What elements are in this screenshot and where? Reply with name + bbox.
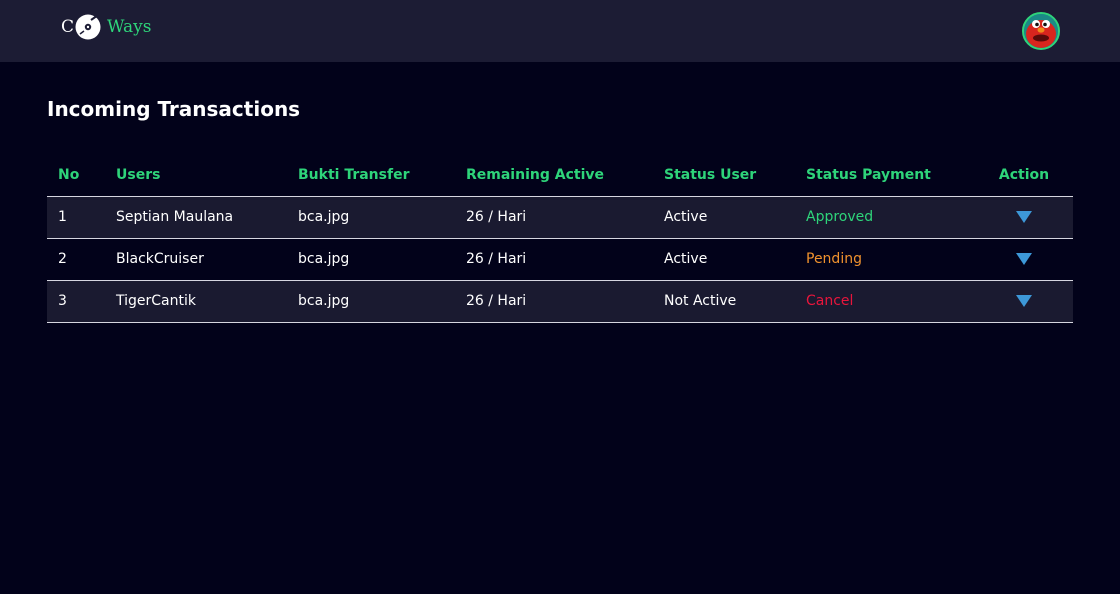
table-row: 2 BlackCruiser bca.jpg 26 / Hari Active …	[47, 237, 1073, 280]
cell-status-payment: Pending	[795, 237, 975, 280]
transactions-table: No Users Bukti Transfer Remaining Active…	[47, 154, 1073, 323]
user-avatar[interactable]	[1022, 12, 1060, 50]
music-disc-icon	[75, 14, 101, 40]
cell-action	[975, 237, 1073, 280]
cell-remaining-active: 26 / Hari	[455, 237, 653, 280]
col-header-no: No	[58, 166, 80, 183]
logo-text-left: C	[61, 17, 75, 37]
col-header-users: Users	[116, 166, 161, 183]
logo[interactable]: C Ways	[61, 12, 151, 42]
cell-status-user: Active	[653, 237, 795, 280]
col-header-status-user: Status User	[664, 166, 757, 183]
cell-remaining-active: 26 / Hari	[455, 279, 653, 323]
col-header-action: Action	[998, 166, 1050, 183]
triangle-down-icon[interactable]	[1016, 211, 1032, 223]
cell-bukti-transfer: bca.jpg	[287, 237, 455, 280]
table-row: 1 Septian Maulana bca.jpg 26 / Hari Acti…	[47, 195, 1073, 238]
cell-remaining-active: 26 / Hari	[455, 195, 653, 238]
cell-action	[975, 279, 1073, 323]
cell-bukti-transfer: bca.jpg	[287, 195, 455, 238]
cell-no: 2	[47, 237, 105, 280]
cell-status-payment: Approved	[795, 195, 975, 238]
top-navbar: C Ways	[0, 0, 1120, 62]
triangle-down-icon[interactable]	[1016, 253, 1032, 265]
table-row: 3 TigerCantik bca.jpg 26 / Hari Not Acti…	[47, 279, 1073, 323]
cell-status-user: Not Active	[653, 279, 795, 323]
cell-user: Septian Maulana	[105, 195, 287, 238]
cell-no: 3	[47, 279, 105, 323]
col-header-remaining-active: Remaining Active	[466, 166, 604, 183]
avatar-image	[1024, 14, 1058, 48]
cell-user: TigerCantik	[105, 279, 287, 323]
cell-action	[975, 195, 1073, 238]
cell-status-user: Active	[653, 195, 795, 238]
cell-no: 1	[47, 195, 105, 238]
cell-user: BlackCruiser	[105, 237, 287, 280]
logo-text-right: Ways	[107, 17, 152, 37]
table-header-row: No Users Bukti Transfer Remaining Active…	[47, 154, 1073, 196]
triangle-down-icon[interactable]	[1016, 295, 1032, 307]
col-header-bukti-transfer: Bukti Transfer	[298, 166, 410, 183]
cell-bukti-transfer: bca.jpg	[287, 279, 455, 323]
col-header-status-payment: Status Payment	[806, 166, 931, 183]
cell-status-payment: Cancel	[795, 279, 975, 323]
page-title: Incoming Transactions	[47, 97, 301, 121]
